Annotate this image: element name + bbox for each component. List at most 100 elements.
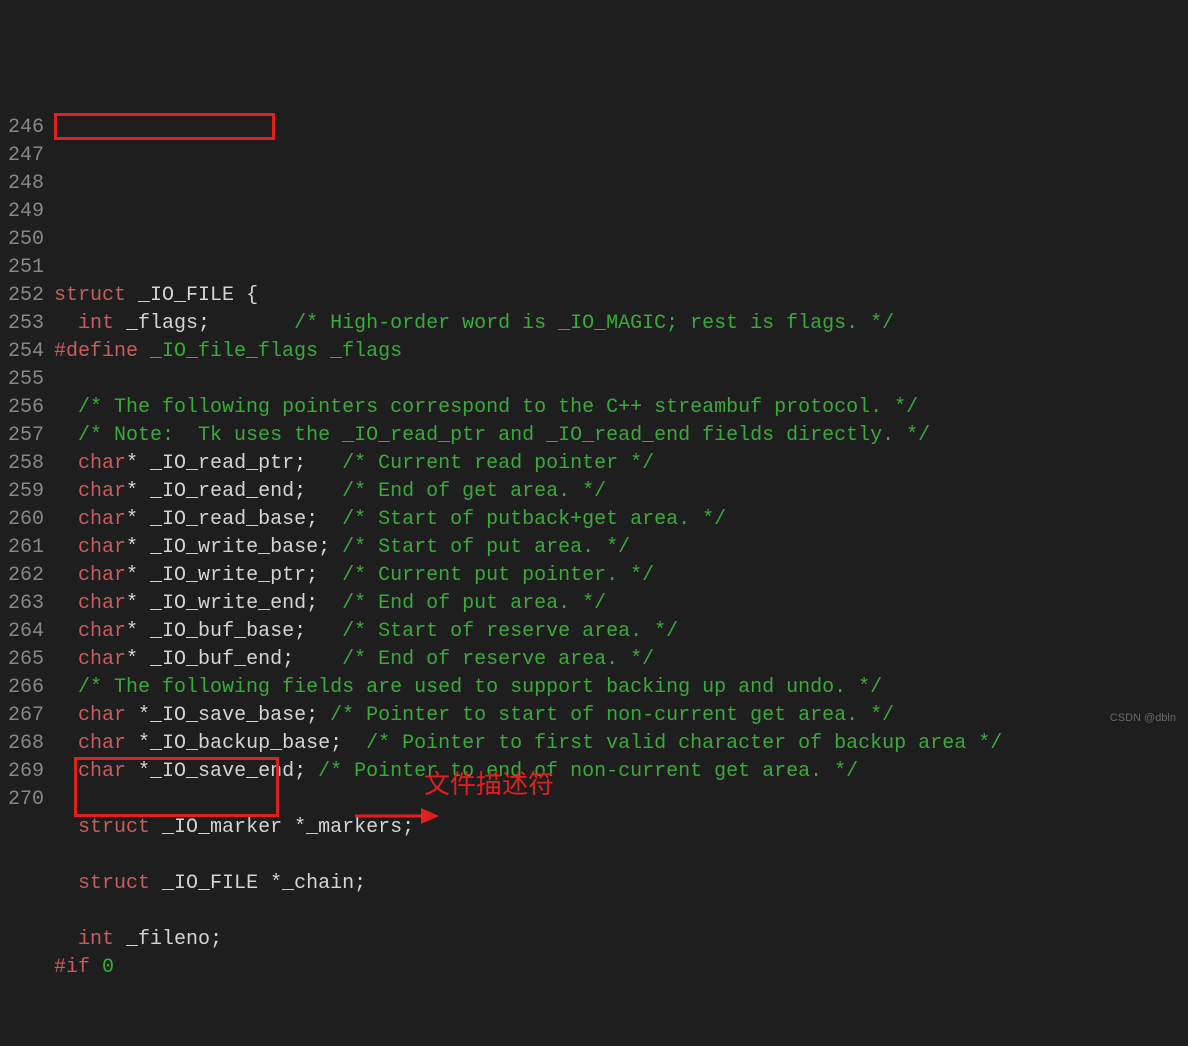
code-token xyxy=(54,452,78,475)
code-token: _IO_FILE xyxy=(126,284,246,307)
code-editor[interactable]: 2462472482492502512522532542552562572582… xyxy=(0,112,1188,850)
line-number: 268 xyxy=(8,730,44,758)
code-token xyxy=(54,424,78,447)
line-number: 254 xyxy=(8,338,44,366)
code-token: *_IO_save_end; xyxy=(126,760,318,783)
code-token xyxy=(54,648,78,671)
code-token: int xyxy=(78,928,114,951)
code-token: * _IO_write_base; xyxy=(126,536,342,559)
code-token: _IO_marker *_markers; xyxy=(150,816,414,839)
line-number: 248 xyxy=(8,170,44,198)
code-line[interactable]: char* _IO_buf_end; /* End of reserve are… xyxy=(54,646,1188,674)
line-number: 261 xyxy=(8,534,44,562)
line-number: 256 xyxy=(8,394,44,422)
code-line[interactable] xyxy=(54,842,1188,870)
code-token: * _IO_buf_base; xyxy=(126,620,342,643)
code-line[interactable]: /* The following pointers correspond to … xyxy=(54,394,1188,422)
code-token xyxy=(54,564,78,587)
code-token xyxy=(54,760,78,783)
code-token: /* Current read pointer */ xyxy=(342,452,654,475)
code-token: /* End of put area. */ xyxy=(342,592,606,615)
code-line[interactable]: char* _IO_read_ptr; /* Current read poin… xyxy=(54,450,1188,478)
line-number: 251 xyxy=(8,254,44,282)
code-token: char xyxy=(78,536,126,559)
line-number: 259 xyxy=(8,478,44,506)
line-number: 246 xyxy=(8,114,44,142)
code-line[interactable] xyxy=(54,898,1188,926)
code-token: /* Current put pointer. */ xyxy=(342,564,654,587)
line-number: 252 xyxy=(8,282,44,310)
code-token: struct xyxy=(78,872,150,895)
highlight-box-struct xyxy=(54,113,275,140)
code-token: char xyxy=(78,508,126,531)
code-token: /* The following fields are used to supp… xyxy=(78,676,882,699)
code-line[interactable]: /* Note: Tk uses the _IO_read_ptr and _I… xyxy=(54,422,1188,450)
code-line[interactable]: char* _IO_write_ptr; /* Current put poin… xyxy=(54,562,1188,590)
code-token: _IO_file_flags _flags xyxy=(138,340,402,363)
code-line[interactable]: int _flags; /* High-order word is _IO_MA… xyxy=(54,310,1188,338)
code-token: _fileno; xyxy=(114,928,222,951)
code-line[interactable]: char *_IO_backup_base; /* Pointer to fir… xyxy=(54,730,1188,758)
code-token: /* The following pointers correspond to … xyxy=(78,396,918,419)
code-token xyxy=(54,676,78,699)
code-line[interactable] xyxy=(54,786,1188,814)
line-number: 257 xyxy=(8,422,44,450)
code-token xyxy=(54,508,78,531)
line-number: 247 xyxy=(8,142,44,170)
line-number: 255 xyxy=(8,366,44,394)
code-line[interactable]: char *_IO_save_base; /* Pointer to start… xyxy=(54,702,1188,730)
code-token: * _IO_read_ptr; xyxy=(126,452,342,475)
code-line[interactable]: char* _IO_write_end; /* End of put area.… xyxy=(54,590,1188,618)
code-area[interactable]: 文件描述符 struct _IO_FILE { int _flags; /* H… xyxy=(54,112,1188,850)
code-line[interactable]: char* _IO_buf_base; /* Start of reserve … xyxy=(54,618,1188,646)
line-number: 253 xyxy=(8,310,44,338)
code-token: /* Start of putback+get area. */ xyxy=(342,508,726,531)
line-number: 258 xyxy=(8,450,44,478)
code-token: char xyxy=(78,592,126,615)
code-token xyxy=(54,536,78,559)
code-token xyxy=(54,928,78,951)
code-line[interactable] xyxy=(54,366,1188,394)
code-line[interactable]: char* _IO_write_base; /* Start of put ar… xyxy=(54,534,1188,562)
code-line[interactable]: char* _IO_read_end; /* End of get area. … xyxy=(54,478,1188,506)
code-token: char xyxy=(78,480,126,503)
code-token: /* End of reserve area. */ xyxy=(342,648,654,671)
code-token xyxy=(54,312,78,335)
code-token: /* Start of put area. */ xyxy=(342,536,630,559)
code-token xyxy=(54,872,78,895)
code-token: _IO_FILE *_chain; xyxy=(150,872,366,895)
code-line[interactable]: /* The following fields are used to supp… xyxy=(54,674,1188,702)
code-line[interactable]: #if 0 xyxy=(54,954,1188,982)
code-token xyxy=(54,732,78,755)
code-line[interactable]: int _fileno; xyxy=(54,926,1188,954)
code-token: _flags; xyxy=(114,312,294,335)
code-line[interactable]: char* _IO_read_base; /* Start of putback… xyxy=(54,506,1188,534)
code-line[interactable]: char *_IO_save_end; /* Pointer to end of… xyxy=(54,758,1188,786)
code-token xyxy=(54,704,78,727)
code-line[interactable]: #define _IO_file_flags _flags xyxy=(54,338,1188,366)
code-token: char xyxy=(78,760,126,783)
code-token: /* Note: Tk uses the _IO_read_ptr and _I… xyxy=(78,424,930,447)
code-token: * _IO_read_end; xyxy=(126,480,342,503)
line-number: 270 xyxy=(8,786,44,814)
code-token: char xyxy=(78,564,126,587)
code-token: char xyxy=(78,620,126,643)
code-line[interactable]: struct _IO_FILE *_chain; xyxy=(54,870,1188,898)
code-token: /* Start of reserve area. */ xyxy=(342,620,678,643)
code-token: * _IO_write_ptr; xyxy=(126,564,342,587)
code-line[interactable]: struct _IO_marker *_markers; xyxy=(54,814,1188,842)
code-token: * _IO_write_end; xyxy=(126,592,342,615)
line-number: 265 xyxy=(8,646,44,674)
code-token xyxy=(54,620,78,643)
code-token xyxy=(54,816,78,839)
line-number: 263 xyxy=(8,590,44,618)
code-line[interactable]: struct _IO_FILE { xyxy=(54,282,1188,310)
line-number: 267 xyxy=(8,702,44,730)
code-token: char xyxy=(78,704,126,727)
code-token: #if xyxy=(54,956,90,979)
line-number: 250 xyxy=(8,226,44,254)
code-token xyxy=(54,480,78,503)
line-number-gutter: 2462472482492502512522532542552562572582… xyxy=(0,112,54,850)
code-token: /* End of get area. */ xyxy=(342,480,606,503)
line-number: 269 xyxy=(8,758,44,786)
